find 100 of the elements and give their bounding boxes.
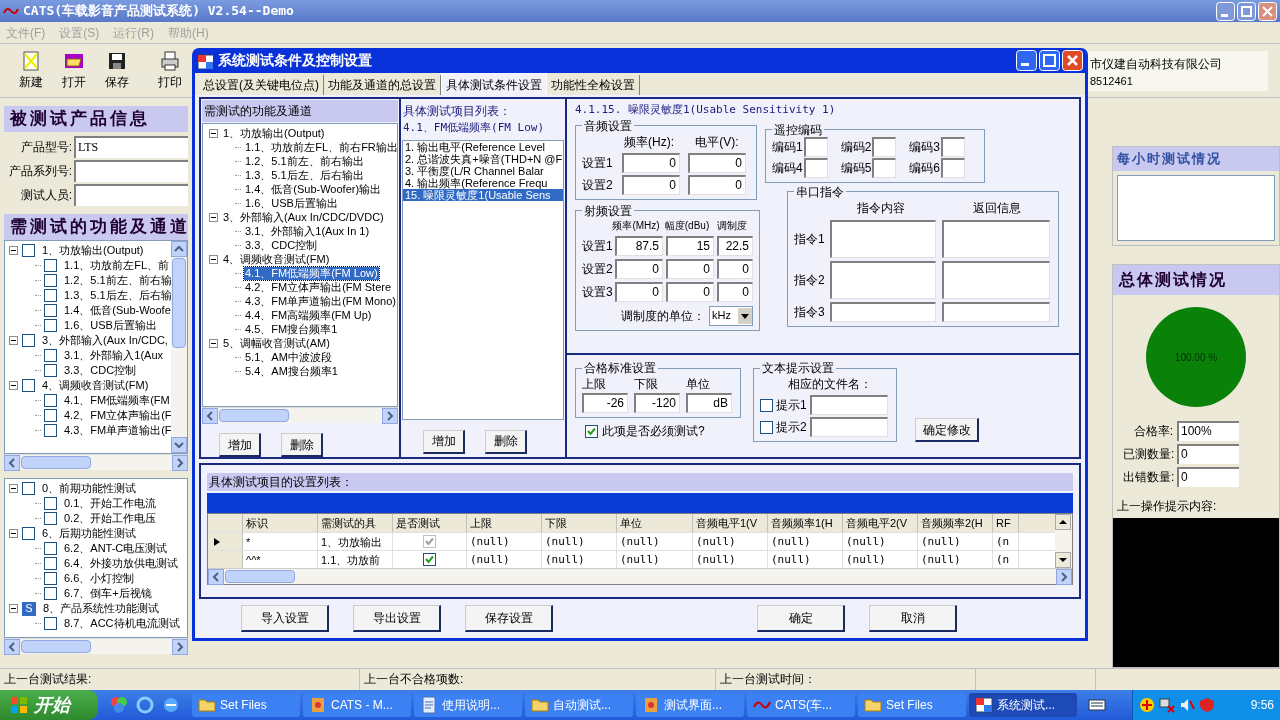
input-field[interactable] — [803, 136, 828, 157]
taskbar-button[interactable]: 系统测试... — [969, 693, 1077, 717]
button[interactable]: 增加 — [423, 429, 465, 454]
checkbox[interactable] — [44, 557, 57, 570]
taskbar-button[interactable]: 使用说明... — [414, 693, 522, 717]
input-field[interactable] — [942, 219, 1050, 258]
tree-item[interactable]: 3、外部输入(Aux In/CDC/DVDC) — [222, 210, 385, 224]
input-field[interactable]: 100% — [1177, 421, 1239, 441]
scroll-left-icon[interactable] — [202, 408, 218, 424]
tree-item[interactable]: 3.1、外部输入1(Aux — [63, 349, 165, 362]
tree-item[interactable]: 4.2、FM立体声输出(F — [63, 409, 171, 422]
tab[interactable]: 具体测试条件设置 — [441, 73, 547, 95]
horizontal-scrollbar[interactable] — [4, 454, 188, 470]
button[interactable]: 导入设置 — [241, 605, 329, 632]
tree-item[interactable]: 3、外部输入(Aux In/CDC, — [41, 334, 169, 347]
tree-item[interactable]: 6.7、倒车+后视镜 — [63, 587, 153, 600]
checkbox[interactable] — [22, 527, 35, 540]
tree-item[interactable]: 1.6、USB后置输出 — [63, 319, 158, 332]
checkbox[interactable] — [44, 409, 57, 422]
tree-item[interactable]: 4.1、FM低端频率(FM — [63, 394, 171, 407]
input-field[interactable]: -120 — [634, 393, 680, 413]
button[interactable]: 确定 — [757, 605, 845, 632]
collapse-icon[interactable] — [209, 128, 218, 138]
tree-item[interactable]: 1.1、功放前左FL、前 — [63, 259, 171, 272]
input-field[interactable] — [74, 184, 188, 206]
input-field[interactable]: 0 — [717, 281, 753, 302]
scrollbar-thumb[interactable] — [21, 640, 91, 653]
input-field[interactable] — [942, 260, 1050, 299]
tree-item[interactable]: 6.4、外接功放供电测试 — [63, 557, 180, 570]
scroll-right-icon[interactable] — [1056, 569, 1072, 585]
input-field[interactable]: 0 — [622, 152, 680, 173]
input-field[interactable] — [941, 157, 965, 178]
maximize-icon[interactable] — [1237, 1, 1256, 21]
tree-item[interactable]: 5.1、AM中波波段 — [244, 350, 333, 364]
checkbox[interactable] — [44, 304, 57, 317]
tree-item[interactable]: 1.4、低音(Sub-Woofe — [63, 304, 171, 317]
input-field[interactable] — [803, 157, 828, 178]
tree-item[interactable]: 4、调频收音测试(FM) — [41, 379, 150, 392]
collapse-icon[interactable] — [209, 254, 218, 264]
horizontal-scrollbar[interactable] — [4, 638, 188, 654]
input-field[interactable] — [830, 301, 936, 322]
input-field[interactable]: 0 — [1177, 467, 1239, 487]
scrollbar-thumb[interactable] — [225, 570, 295, 583]
collapse-icon[interactable] — [209, 338, 218, 348]
tree-item[interactable]: 3.3、CDC控制 — [244, 238, 319, 252]
row-header[interactable] — [208, 533, 243, 550]
minimize-icon[interactable] — [1216, 1, 1235, 21]
tree-item[interactable]: 6.6、小灯控制 — [63, 572, 136, 585]
scroll-left-icon[interactable] — [208, 569, 224, 585]
tree-item[interactable]: 8.7、ACC待机电流测试 — [63, 617, 181, 630]
input-field[interactable] — [872, 157, 897, 178]
checkbox[interactable] — [44, 364, 57, 377]
input-field[interactable] — [942, 301, 1050, 322]
input-field[interactable] — [872, 136, 897, 157]
tree-item[interactable]: 6、后期功能性测试 — [41, 527, 138, 540]
vertical-scrollbar[interactable] — [1055, 514, 1072, 568]
tree-item[interactable]: 8、产品系统性功能测试 — [42, 602, 161, 615]
close-icon[interactable] — [1258, 1, 1277, 21]
browser-icon[interactable] — [162, 696, 180, 714]
tree-item[interactable]: 1、功放输出(Output) — [222, 126, 326, 140]
tree-item[interactable]: 4、调频收音测试(FM) — [222, 252, 331, 266]
taskbar-button[interactable]: 自动测试... — [525, 693, 633, 717]
network-icon[interactable] — [1159, 697, 1175, 713]
input-field[interactable]: -26 — [582, 393, 628, 413]
button[interactable]: 保存设置 — [465, 605, 553, 632]
minimize-icon[interactable] — [1016, 50, 1037, 71]
list-item[interactable]: 4. 输出频率(Reference Frequ — [403, 176, 563, 189]
tree-item[interactable]: 1.6、USB后置输出 — [244, 196, 339, 210]
input-field[interactable]: LTS — [74, 136, 188, 158]
keyboard-icon[interactable] — [1088, 697, 1106, 713]
speaker-icon[interactable] — [1179, 697, 1195, 713]
scroll-right-icon[interactable] — [172, 639, 188, 655]
checkbox[interactable] — [44, 572, 57, 585]
collapse-icon[interactable] — [9, 529, 18, 538]
tree-item[interactable]: 4.5、FM搜台频率1 — [244, 322, 339, 336]
checkbox[interactable] — [44, 289, 57, 302]
tree-item[interactable]: 4.2、FM立体声输出(FM Stere — [244, 280, 393, 294]
list-item[interactable]: 1. 输出电平(Reference Level — [403, 140, 563, 153]
button[interactable]: 删除 — [281, 433, 323, 457]
input-field[interactable] — [941, 136, 965, 157]
tree-item[interactable]: 1.2、5.1前左、前右输 — [63, 274, 171, 287]
scroll-left-icon[interactable] — [4, 455, 20, 471]
input-field[interactable]: 15 — [666, 235, 714, 256]
tree-item[interactable]: 0、前期功能性测试 — [41, 482, 138, 495]
scrollbar-thumb[interactable] — [21, 456, 91, 469]
dropdown[interactable]: kHz — [709, 305, 753, 326]
collapse-icon[interactable] — [9, 604, 18, 613]
tree-item[interactable]: 6.2、ANT-C电压测试 — [63, 542, 169, 555]
state-icon[interactable]: S — [22, 601, 36, 616]
horizontal-scrollbar[interactable] — [202, 407, 398, 423]
checkbox[interactable] — [423, 553, 436, 566]
checkbox[interactable] — [44, 274, 57, 287]
checkbox[interactable] — [760, 398, 773, 412]
checkbox[interactable] — [44, 617, 57, 630]
scroll-right-icon[interactable] — [172, 455, 188, 471]
tree-item[interactable]: 5.4、AM搜台频率1 — [244, 364, 339, 378]
taskbar-button[interactable]: CATS(车... — [747, 693, 855, 717]
toolbar-button[interactable]: 打开 — [53, 50, 94, 91]
tree-item[interactable]: 1.2、5.1前左、前右输出 — [244, 154, 365, 168]
checkbox[interactable] — [44, 497, 57, 510]
